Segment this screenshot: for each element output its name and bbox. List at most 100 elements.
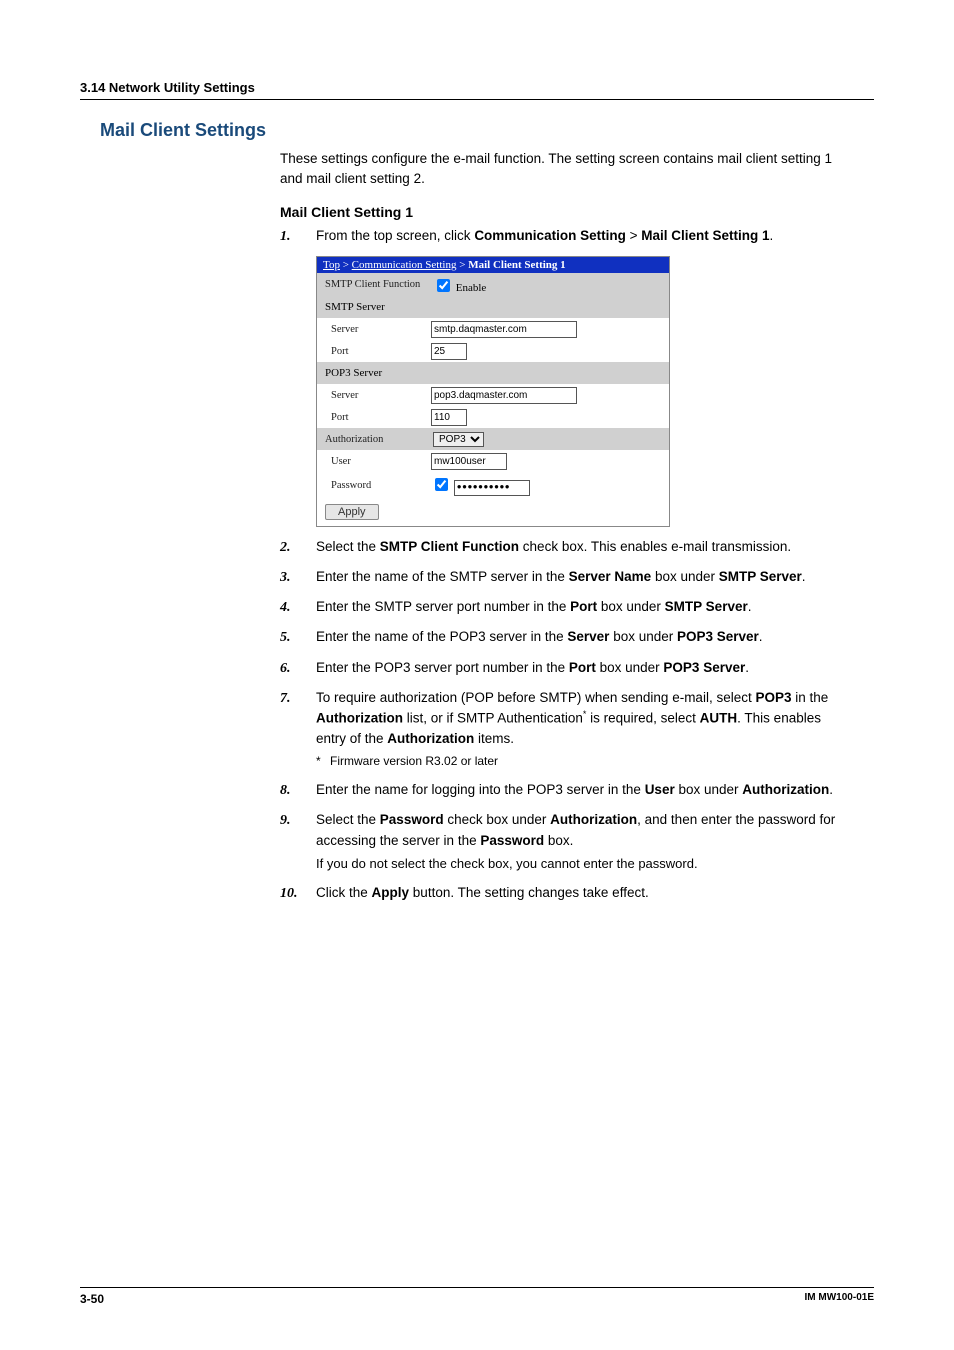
smtp-server-input[interactable] [431,321,577,338]
bold: POP3 Server [663,660,745,675]
step-number: 9. [280,810,291,831]
text: list, or if SMTP Authentication [403,711,583,726]
text: . [759,629,763,644]
text: box. [544,833,573,848]
authorization-select[interactable]: POP3 [433,432,484,447]
bold: Port [570,599,597,614]
text: box under [597,599,665,614]
bold: Server [567,629,609,644]
bold: AUTH [700,711,738,726]
user-row: User [317,450,669,472]
step-1: 1. From the top screen, click Communicat… [280,226,844,246]
breadcrumb-current: Mail Client Setting 1 [468,259,565,271]
text: Enter the name of the POP3 server in the [316,629,567,644]
smtp-client-function-row: SMTP Client Function Enable [317,273,669,296]
bold: POP3 Server [677,629,759,644]
text: > [626,228,641,243]
smtp-port-row: Port [317,340,669,362]
bold: Port [569,660,596,675]
smtp-port-input[interactable] [431,343,467,360]
text: Select the [316,812,380,827]
label: Server [327,390,431,401]
bold: Authorization [387,731,474,746]
footnote: *Firmware version R3.02 or later [316,752,844,770]
bold: Authorization [550,812,637,827]
bold: Password [380,812,444,827]
bold: Communication Setting [474,228,626,243]
text: check box under [444,812,551,827]
bold: Authorization [742,782,829,797]
step-5: 5. Enter the name of the POP3 server in … [280,627,844,647]
pop3-server-input[interactable] [431,387,577,404]
bold: Apply [372,885,410,900]
step-number: 8. [280,780,291,801]
label: Enable [456,282,487,294]
pop3-server-section: POP3 Server [317,362,669,384]
text: box under [609,629,677,644]
note: If you do not select the check box, you … [316,854,844,874]
step-8: 8. Enter the name for logging into the P… [280,780,844,800]
step-number: 10. [280,883,298,904]
label: SMTP Client Function [325,279,433,290]
text: Enter the name for logging into the POP3… [316,782,645,797]
text: Select the [316,539,380,554]
enable-checkbox[interactable] [437,279,450,292]
user-input[interactable] [431,453,507,470]
text: items. [474,731,514,746]
pop3-port-row: Port [317,406,669,428]
text: To require authorization (POP before SMT… [316,690,755,705]
password-input[interactable]: ●●●●●●●●●● [454,480,530,496]
step-number: 2. [280,537,291,558]
step-number: 5. [280,627,291,648]
step-3: 3. Enter the name of the SMTP server in … [280,567,844,587]
text: check box. This enables e-mail transmiss… [519,539,791,554]
label: Server [327,324,431,335]
smtp-server-row: Server [317,318,669,340]
text: > [340,259,352,271]
step-number: 3. [280,567,291,588]
section-header: 3.14 Network Utility Settings [80,80,874,100]
text: . [748,599,752,614]
doc-id: IM MW100-01E [805,1292,874,1306]
text: in the [792,690,829,705]
apply-button[interactable]: Apply [325,504,379,520]
step-4: 4. Enter the SMTP server port number in … [280,597,844,617]
page-title: Mail Client Settings [100,120,874,141]
password-row: Password ●●●●●●●●●● [317,472,669,497]
bold: SMTP Server [665,599,748,614]
bold: Authorization [316,711,403,726]
breadcrumb-comm-link[interactable]: Communication Setting [352,259,457,271]
text: . [745,660,749,675]
pop3-server-row: Server [317,384,669,406]
intro-text: These settings configure the e-mail func… [280,149,844,188]
smtp-server-section: SMTP Server [317,296,669,318]
bold: Password [480,833,544,848]
step-9: 9. Select the Password check box under A… [280,810,844,873]
text: From the top screen, click [316,228,474,243]
pop3-port-input[interactable] [431,409,467,426]
sub-heading: Mail Client Setting 1 [280,204,874,220]
settings-form-screenshot: Top > Communication Setting > Mail Clien… [316,256,670,526]
steps-list-cont: 2. Select the SMTP Client Function check… [280,537,844,904]
text: box under [675,782,743,797]
step-number: 4. [280,597,291,618]
text: box under [651,569,719,584]
text: > [456,259,468,271]
bold: User [645,782,675,797]
breadcrumb: Top > Communication Setting > Mail Clien… [317,257,669,273]
label: User [327,456,431,467]
password-checkbox[interactable] [435,478,448,491]
step-number: 7. [280,688,291,709]
text: . [802,569,806,584]
page-number: 3-50 [80,1292,104,1306]
text: button. The setting changes take effect. [409,885,649,900]
label: Authorization [325,434,433,445]
text: . [829,782,833,797]
step-6: 6. Enter the POP3 server port number in … [280,658,844,678]
bold: Server Name [569,569,652,584]
steps-list: 1. From the top screen, click Communicat… [280,226,844,246]
label: Port [327,346,431,357]
text: Enter the name of the SMTP server in the [316,569,569,584]
breadcrumb-top-link[interactable]: Top [323,259,340,271]
step-2: 2. Select the SMTP Client Function check… [280,537,844,557]
